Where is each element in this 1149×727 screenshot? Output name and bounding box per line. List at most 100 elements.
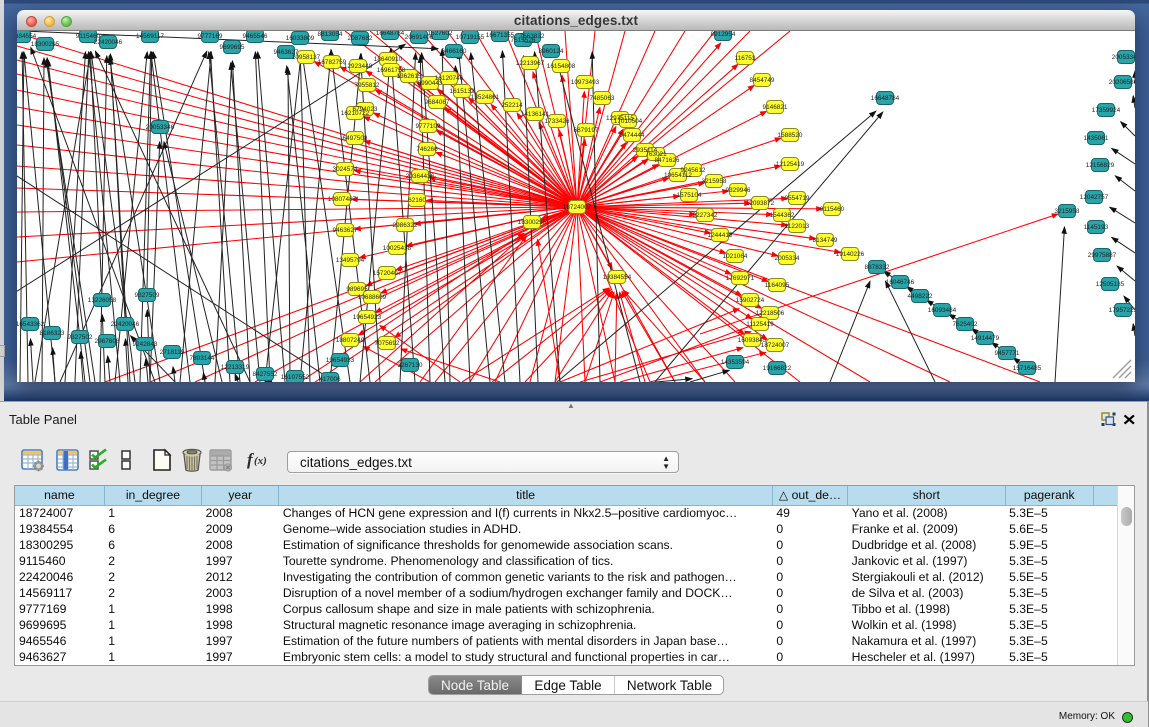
svg-text:16154808: 16154808 (547, 63, 576, 70)
svg-text:16046746: 16046746 (886, 279, 915, 286)
svg-text:1588520: 1588520 (778, 132, 803, 139)
svg-text:9777169: 9777169 (198, 33, 223, 40)
svg-text:1362615: 1362615 (397, 73, 422, 80)
svg-text:2986322: 2986322 (393, 222, 418, 229)
svg-text:20364436: 20364436 (406, 173, 435, 180)
svg-text:6879197: 6879197 (574, 127, 599, 134)
svg-text:15716485: 15716485 (1013, 365, 1042, 372)
svg-text:7803144: 7803144 (190, 355, 215, 362)
svg-text:1733426: 1733426 (545, 118, 570, 125)
svg-text:1145193: 1145193 (1084, 224, 1109, 231)
svg-text:9554719: 9554719 (785, 195, 810, 202)
svg-text:116753: 116753 (735, 55, 756, 62)
svg-text:9684067: 9684067 (425, 99, 450, 106)
svg-text:17359924: 17359924 (1092, 107, 1121, 114)
svg-text:7663822: 7663822 (520, 33, 545, 40)
svg-text:3215958: 3215958 (702, 178, 727, 185)
svg-text:17957223: 17957223 (1109, 307, 1135, 314)
svg-text:989695: 989695 (346, 286, 368, 293)
svg-text:8960124: 8960124 (539, 48, 564, 55)
svg-text:1544362: 1544362 (770, 212, 795, 219)
svg-text:1021064: 1021064 (723, 253, 748, 260)
svg-text:9465546: 9465546 (243, 33, 268, 40)
svg-text:3024574: 3024574 (333, 166, 358, 173)
svg-text:6497508: 6497508 (343, 135, 368, 142)
svg-text:18300295: 18300295 (518, 219, 547, 226)
svg-text:20053346: 20053346 (1112, 54, 1135, 61)
svg-text:2718119: 2718119 (160, 349, 185, 356)
svg-text:22420046: 22420046 (111, 321, 140, 328)
svg-text:9327509: 9327509 (135, 292, 160, 299)
svg-text:9245612: 9245612 (681, 167, 706, 174)
svg-text:417006: 417006 (319, 376, 341, 382)
svg-text:2087682: 2087682 (348, 35, 373, 42)
svg-text:12218506: 12218506 (756, 310, 785, 317)
svg-text:14353594: 14353594 (721, 359, 750, 366)
svg-text:4498222: 4498222 (908, 293, 933, 300)
svg-text:16210722: 16210722 (341, 110, 370, 117)
svg-text:19654933: 19654933 (326, 357, 355, 364)
svg-text:13226058: 13226058 (88, 297, 117, 304)
svg-text:17692971: 17692971 (726, 275, 755, 282)
svg-text:16648784: 16648784 (871, 95, 900, 102)
svg-text:18807249: 18807249 (336, 337, 365, 344)
svg-text:18640910: 18640910 (374, 56, 403, 63)
svg-text:9329946: 9329946 (726, 187, 751, 194)
svg-text:19140226: 19140226 (836, 251, 865, 258)
svg-text:10958137: 10958137 (292, 54, 321, 61)
svg-text:8134749: 8134749 (813, 237, 838, 244)
svg-text:20206586: 20206586 (1109, 79, 1135, 86)
svg-text:22420046: 22420046 (94, 39, 123, 46)
svg-text:9242843: 9242843 (133, 341, 158, 348)
svg-text:7075692: 7075692 (375, 340, 400, 347)
svg-text:11125419: 11125419 (746, 321, 774, 328)
svg-text:7625402: 7625402 (953, 321, 978, 328)
svg-text:1527602: 1527602 (428, 31, 453, 37)
svg-text:12213319: 12213319 (221, 364, 250, 371)
svg-text:9115460: 9115460 (820, 206, 845, 213)
svg-text:7955812: 7955812 (355, 82, 380, 89)
svg-text:252214: 252214 (501, 102, 523, 109)
svg-text:12156829: 12156829 (1086, 162, 1115, 169)
svg-text:12093872: 12093872 (746, 200, 775, 207)
svg-text:6466160: 6466160 (442, 48, 467, 55)
svg-text:62160: 62160 (408, 197, 426, 204)
svg-text:19654923: 19654923 (353, 314, 382, 321)
svg-text:8912954: 8912954 (711, 31, 736, 38)
svg-text:(x): (x) (254, 455, 267, 467)
svg-text:18300295: 18300295 (31, 41, 60, 48)
svg-text:2967608: 2967608 (95, 338, 120, 345)
svg-text:18724007: 18724007 (563, 204, 592, 211)
svg-text:10973493: 10973493 (571, 79, 600, 86)
svg-text:10807487: 10807487 (328, 196, 357, 203)
svg-text:10719155: 10719155 (456, 34, 485, 41)
svg-text:18724007: 18724007 (761, 342, 790, 349)
svg-text:8471626: 8471626 (655, 157, 680, 164)
svg-text:20053346: 20053346 (146, 124, 175, 131)
svg-text:1122013: 1122013 (785, 223, 810, 230)
svg-text:14136141: 14136141 (521, 111, 550, 118)
svg-text:15720407: 15720407 (373, 270, 402, 277)
svg-text:8454749: 8454749 (750, 77, 775, 84)
svg-text:1164095: 1164095 (765, 282, 790, 289)
svg-text:14914479: 14914479 (971, 335, 1000, 342)
svg-text:16093484: 16093484 (928, 307, 957, 314)
svg-text:8186323: 8186323 (40, 330, 65, 337)
svg-text:8878332: 8878332 (865, 264, 890, 271)
svg-text:12505135: 12505135 (1096, 281, 1125, 288)
svg-text:12213967: 12213967 (516, 60, 545, 67)
svg-text:9474444: 9474444 (620, 132, 645, 139)
svg-text:9777109: 9777109 (416, 123, 441, 130)
svg-text:7485063: 7485063 (590, 95, 615, 102)
svg-text:19166822: 19166822 (763, 365, 792, 372)
svg-text:15902724: 15902724 (736, 297, 765, 304)
svg-text:746266: 746266 (416, 146, 438, 153)
svg-text:9457771: 9457771 (995, 350, 1020, 357)
svg-text:16107552: 16107552 (281, 374, 310, 381)
svg-text:17010504: 17010504 (614, 118, 643, 125)
svg-text:9327502: 9327502 (68, 334, 93, 341)
svg-text:9699695: 9699695 (220, 44, 245, 51)
svg-text:13495794: 13495794 (336, 257, 365, 264)
svg-text:2005334: 2005334 (775, 255, 800, 262)
svg-text:9463627: 9463627 (333, 227, 358, 234)
